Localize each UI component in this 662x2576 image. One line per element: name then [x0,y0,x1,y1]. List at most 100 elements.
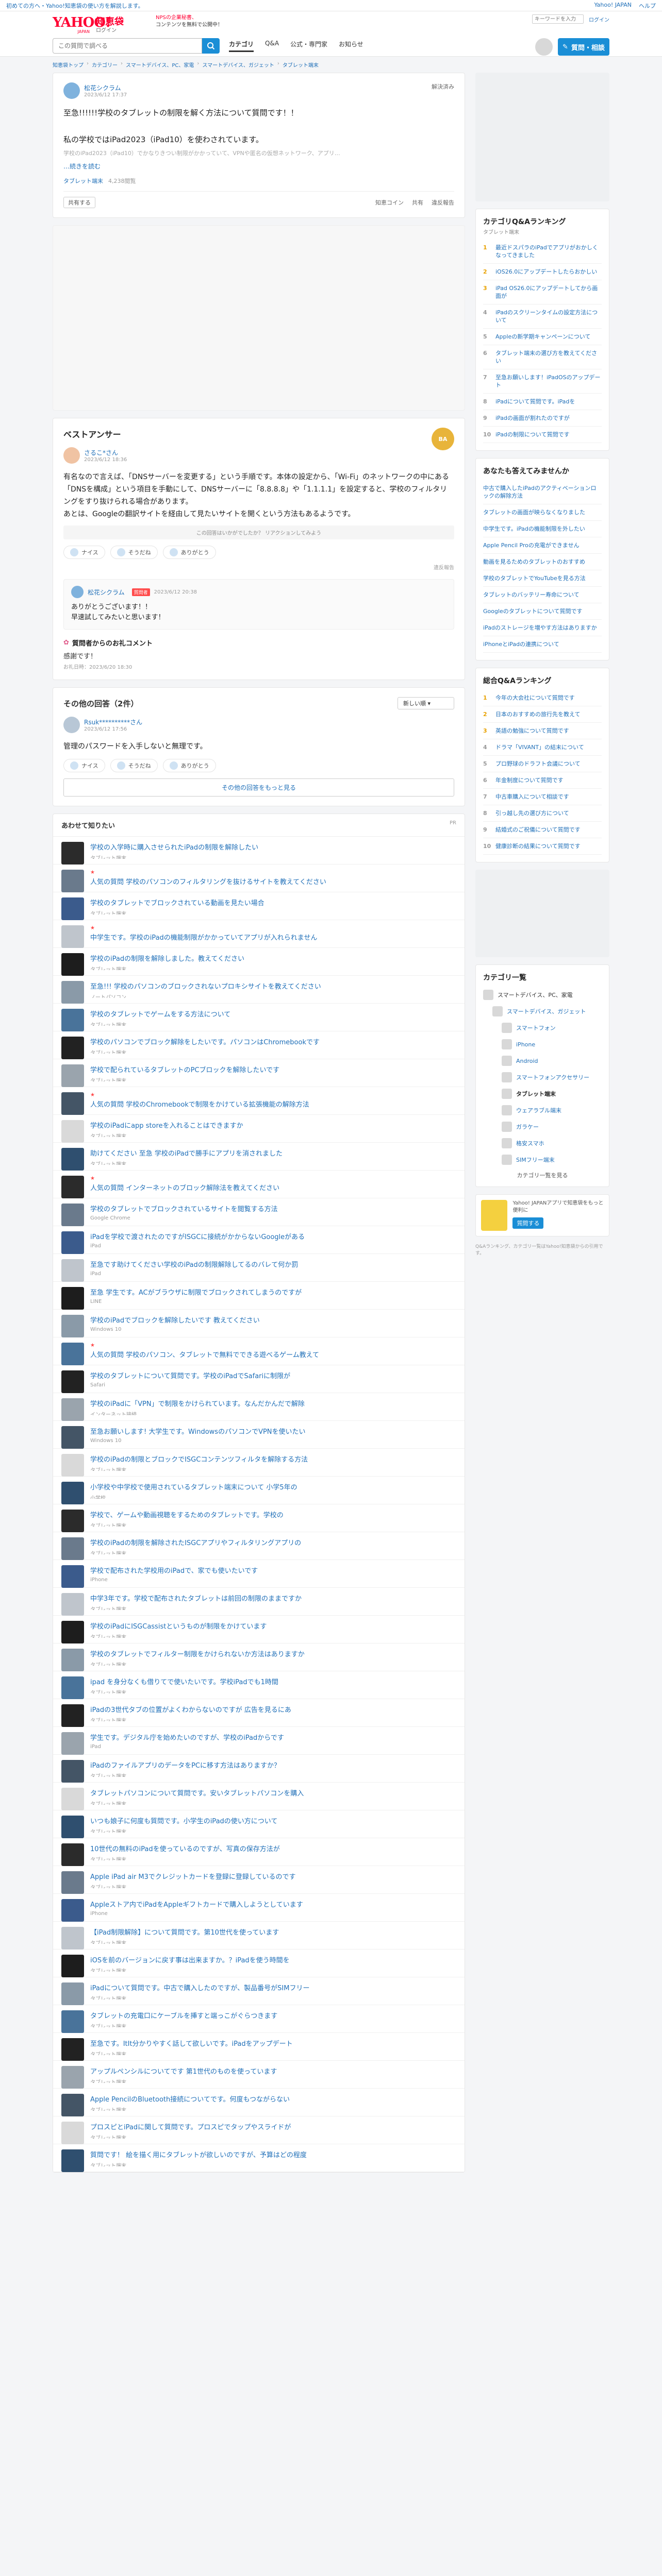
list-item[interactable]: Apple PencilのBluetooth接続についてです。何度もつながらない… [53,2089,465,2116]
reply-author[interactable]: 松花シクラム 質問者 2023/6/12 20:38 [71,586,446,598]
read-more-link[interactable]: …続きを読む [63,162,454,171]
app-banner-button[interactable]: 質問する [512,1217,544,1229]
list-item[interactable]: ★中学生です。学校のiPadの機能制限がかかっていてアプリが入れられませんタブレ… [53,920,465,948]
list-item[interactable]: 至急お願いします! 大学生です。WindowsのパソコンでVPNを使いたい Win… [53,1421,465,1449]
category-item[interactable]: スマートデバイス、PC、家電 [483,987,602,1003]
list-item[interactable]: 小学校や中学校で使用されているタブレット端末について 小学5年の 小学校 [53,1477,465,1504]
list-item[interactable]: 学校のタブレットでフィルター制限をかけられないか方法はありますか タブレット端末 [53,1643,465,1671]
header-promo[interactable]: NPSの企業秘書、 コンテンツを無料で公開中！ [156,14,223,29]
ranking-item[interactable]: 2 iOS26.0にアップデートしたらおかしい [483,264,602,280]
list-item[interactable]: アップルペンシルについてです 第1世代のものを使っています タブレット端末 [53,2061,465,2089]
list-item[interactable]: 学校のパソコンでブロック解除をしたいです。パソコンはChromebookです タブ… [53,1031,465,1059]
category-item[interactable]: SIMフリー端末 [483,1151,602,1168]
list-item[interactable]: タブレットの充電口にケーブルを挿すと端っこがぐらつきます タブレット端末 [53,2005,465,2033]
list-item[interactable]: 学校のiPadでブロックを解除したいです 教えてください Windows 10 [53,1310,465,1337]
total-ranking-item[interactable]: 3 英語の勉強について質問です [483,723,602,739]
category-item[interactable]: スマートデバイス、ガジェット [483,1003,602,1020]
coin-action[interactable]: 知恵コイン [375,198,404,207]
category-more-link[interactable]: カテゴリ一覧を見る [483,1171,602,1179]
ranking-item[interactable]: 4 iPadのスクリーンタイムの設定方法について [483,304,602,329]
reaction-agree-button[interactable]: そうだね [110,546,158,559]
invite-question-link[interactable]: 中学生です。iPadの機能制限を外したい [483,521,602,537]
list-item[interactable]: 学校のiPadの制限とブロックでISGCコンテンツフィルタを解除する方法 タブレッ… [53,1449,465,1477]
breadcrumb-item[interactable]: 知恵袋トップ [53,61,84,69]
reaction-agree-button[interactable]: そうだね [110,759,158,772]
total-ranking-item[interactable]: 4 ドラマ「VIVANT」の結末について [483,739,602,756]
category-item[interactable]: スマートフォンアクセサリー [483,1069,602,1086]
list-item[interactable]: ★人気の質問 学校のChromebookで制限をかけている拡張機能の解除方法Go… [53,1087,465,1115]
ranking-item[interactable]: 6 タブレット端末の選び方を教えてください [483,345,602,369]
total-ranking-item[interactable]: 5 プロ野球のドラフト会議について [483,756,602,772]
ranking-item[interactable]: 1 最近ドスパラのiPadでアプリがおかしくなってきました [483,240,602,264]
ranking-item[interactable]: 10 iPadの制限について質問です [483,427,602,443]
list-item[interactable]: 【iPad制限解除】について質問です。第10世代を使っています タブレット端末 [53,1922,465,1950]
beginner-guide-link[interactable]: 初めての方へ・Yahoo!知恵袋の使い方を解説します。 [6,2,144,10]
sidebar-ad[interactable] [475,73,609,201]
list-item[interactable]: 学校で、ゲームや動画視聴をするためのタブレットです。学校の タブレット端末 [53,1504,465,1532]
list-item[interactable]: 至急 学生です。ACがブラウザに制限でブロックされてしまうのですが LINE [53,1282,465,1310]
list-item[interactable]: 至急です。ItIt分かりやすく話して欲しいです。iPadをアップデート タブレット… [53,2033,465,2061]
list-item[interactable]: タブレットパソコンについて質問です。安いタブレットパソコンを購入 タブレット端末 [53,1783,465,1810]
invite-question-link[interactable]: Apple Pencil Proの充電ができません [483,537,602,554]
list-item[interactable]: 学生です。デジタル庁を始めたいのですが、学校のiPadからです iPad [53,1727,465,1755]
more-answers-button[interactable]: その他の回答をもっと見る [63,778,454,796]
answer-author[interactable]: Rsuk**********さん 2023/6/12 17:56 [63,717,454,733]
total-ranking-item[interactable]: 8 引っ越し先の選び方について [483,805,602,822]
list-item[interactable]: 学校のタブレットでゲームをする方法について タブレット端末 [53,1004,465,1031]
user-avatar[interactable] [535,38,553,56]
category-item[interactable]: iPhone [483,1036,602,1053]
invite-question-link[interactable]: タブレットの画面が映らなくなりました [483,504,602,521]
ad-placeholder[interactable] [53,225,465,411]
ranking-item[interactable]: 5 Appleの新学期キャンペーンについて [483,329,602,345]
total-ranking-item[interactable]: 7 中古車購入について相談です [483,789,602,805]
list-item[interactable]: Appleストア内でiPadをAppleギフトカードで購入しようとしています iP… [53,1894,465,1922]
reaction-thanks-button[interactable]: ありがとう [162,759,216,772]
list-item[interactable]: 学校で配布された学校用のiPadで、家でも使いたいです iPhone [53,1560,465,1588]
list-item[interactable]: ★人気の質問 学校のパソコン、タブレットで無料でできる遊べるゲーム教えてタブレッ… [53,1337,465,1365]
reaction-thanks-button[interactable]: ありがとう [162,546,216,559]
category-item[interactable]: タブレット端末 [483,1086,602,1102]
list-item[interactable]: ★人気の質問 インターネットのブロック解除法を教えてくださいインターネットサービ… [53,1171,465,1198]
breadcrumb-item[interactable]: スマートデバイス、ガジェット [202,61,274,69]
list-item[interactable]: Apple iPad air M3でクレジットカードを登録に登録しているのですタ… [53,1866,465,1894]
category-item[interactable]: 格安スマホ [483,1135,602,1151]
list-item[interactable]: 至急!!! 学校のパソコンのブロックされないプロキシサイトを教えてください ノート… [53,976,465,1004]
list-item[interactable]: 学校の入学時に購入させられたiPadの制限を解除したい タブレット端末 [53,837,465,865]
list-item[interactable]: 学校で配られているタブレットのPCブロックを解除したいです タブレット端末 [53,1059,465,1087]
list-item[interactable]: 学校のiPadの制限を解除されたISGCアプリやフィルタリングアプリの タブレット… [53,1532,465,1560]
list-item[interactable]: 学校のiPadに「VPN」で制限をかけられています。なんだかんだで解除 インターネ… [53,1393,465,1421]
reaction-nice-button[interactable]: ナイス [63,546,105,559]
search-input[interactable] [53,38,202,54]
list-item[interactable]: ipad を身分なくも借りてで使いたいです。学校iPadでも1時間 タブレット端末 [53,1671,465,1699]
nav-qa[interactable]: Q&A [265,40,279,52]
nav-experts[interactable]: 公式・専門家 [290,40,327,52]
sidebar-ad-2[interactable] [475,870,609,957]
invite-question-link[interactable]: iPhoneとiPadの連携について [483,636,602,653]
list-item[interactable]: 学校のiPadにapp storeを入れることはできますか タブレット端末 [53,1115,465,1143]
ranking-item[interactable]: 8 iPadについて質問です。iPadを [483,394,602,410]
total-ranking-item[interactable]: 6 年金制度について質問です [483,772,602,789]
list-item[interactable]: 助けてください 至急 学校のiPadで勝手にアプリを消されました タブレット端末 [53,1143,465,1171]
ask-question-button[interactable]: ✎ 質問・相談 [558,38,609,56]
nav-category[interactable]: カテゴリ [229,40,254,52]
breadcrumb-item[interactable]: タブレット端末 [283,61,319,69]
breadcrumb-item[interactable]: スマートデバイス、PC、家電 [126,61,194,69]
sort-select[interactable]: 新しい順 ▾ [398,697,454,709]
list-item[interactable]: プロスピとiPadに関して質問です。プロスピでタップやスライドが タブレット端末 [53,2116,465,2144]
list-item[interactable]: 学校のiPadの制限を解除しました。教えてください タブレット端末 [53,948,465,976]
category-item[interactable]: Android [483,1053,602,1069]
invite-question-link[interactable]: 中古で購入したiPadのアクティベーションロックの解除方法 [483,480,602,504]
list-item[interactable]: iPadのファイルアプリのデータをPCに移す方法はありますか？ タブレット端末 [53,1755,465,1783]
report-link[interactable]: 違反報告 [63,563,454,571]
invite-question-link[interactable]: タブレットのバッテリー寿命について [483,587,602,603]
category-item[interactable]: ウェアラブル端末 [483,1102,602,1118]
invite-question-link[interactable]: iPadのストレージを増やす方法はありますか [483,620,602,636]
list-item[interactable]: iPadの3世代タブの位置がよくわからないのですが 広告を見るにあ タブレット端末 [53,1699,465,1727]
header-login-link[interactable]: ログイン [96,26,117,33]
yahoo-logo[interactable]: YAHOO! JAPAN [53,15,111,34]
login-link[interactable]: ログイン [589,15,609,23]
list-item[interactable]: 至急です助けてください学校のiPadの制限解除してるのバレて何か罰 iPad [53,1254,465,1282]
invite-question-link[interactable]: 動画を見るためのタブレットのおすすめ [483,554,602,570]
list-item[interactable]: iOSを前のバージョンに戻す事は出来ますか。？iPadを使う時間を タブレット端末 [53,1950,465,1977]
list-item[interactable]: いつも娘子に何度も質問です。小学生のiPadの使い方について タブレット端末 [53,1810,465,1838]
